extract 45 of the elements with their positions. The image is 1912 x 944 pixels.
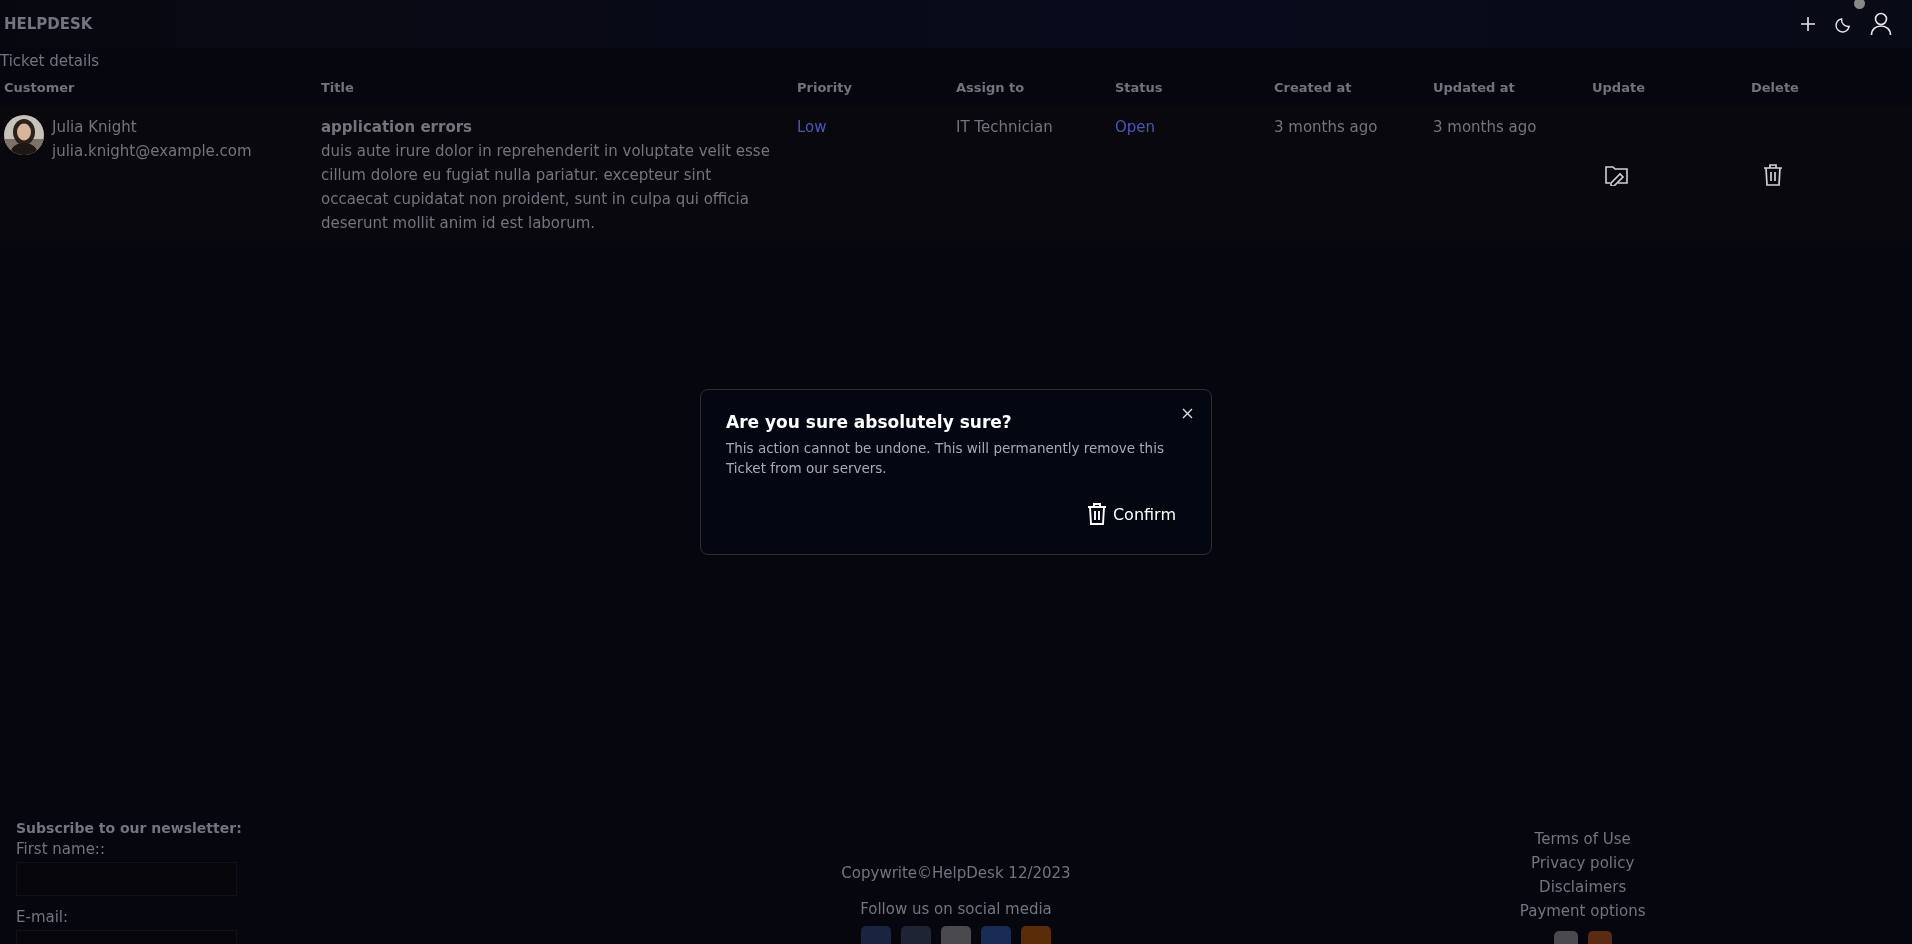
- copyright-text: Copywrite©HelpDesk 12/2023: [841, 864, 1071, 882]
- newsletter-heading: Subscribe to our newsletter:: [16, 820, 242, 836]
- column-header: Priority: [796, 80, 853, 95]
- ticket-title: application errors: [321, 117, 472, 138]
- column-header: Title: [320, 80, 355, 95]
- close-icon: [1182, 408, 1193, 419]
- assignee-text: IT Technician: [956, 117, 1053, 138]
- social-icon[interactable]: [941, 926, 971, 944]
- status-label: Open: [1115, 117, 1156, 138]
- column-header: Updated at: [1432, 80, 1516, 95]
- social-icon[interactable]: [981, 926, 1011, 944]
- field-label: First name::: [16, 840, 105, 858]
- social-icon[interactable]: [1021, 926, 1051, 944]
- dialog-title: Are you sure absolutely sure?: [726, 412, 1013, 432]
- created-time: 3 months ago: [1274, 117, 1378, 138]
- plus-icon[interactable]: [1799, 15, 1817, 33]
- social-icon[interactable]: [861, 926, 891, 944]
- footer-link[interactable]: Disclaimers: [1539, 875, 1627, 899]
- footer-link[interactable]: Payment options: [1519, 899, 1646, 923]
- dialog-message: This action cannot be undone. This will permanently remove this Ticket from our servers.: [726, 439, 1165, 478]
- updated-time: 3 months ago: [1433, 117, 1537, 138]
- user-icon[interactable]: [1870, 12, 1892, 36]
- social-icon[interactable]: [901, 926, 931, 944]
- footer-link[interactable]: Privacy policy: [1531, 851, 1635, 875]
- page-title: Ticket details: [0, 52, 101, 70]
- brand-logo[interactable]: HELPDESK: [4, 15, 93, 33]
- field-label: E-mail:: [16, 908, 69, 926]
- ticket-description: duis aute irure dolor in reprehenderit in voluptate velit esse cillum dolore eu fugiat nulla pariatur. excepteur sint occaecat cupidatat non proident, sunt in culpa qui officia deserunt mollit anim id est laborum.: [321, 141, 771, 234]
- edit-folder-icon[interactable]: [1604, 164, 1630, 186]
- moon-icon[interactable]: [1835, 15, 1852, 33]
- column-header: Status: [1114, 80, 1164, 95]
- column-header: Assign to: [955, 80, 1026, 95]
- trash-icon: [1086, 502, 1107, 526]
- customer-email: julia.knight@example.com: [52, 141, 252, 162]
- trash-icon[interactable]: [1763, 163, 1783, 187]
- column-header: Delete: [1750, 80, 1800, 95]
- column-header: Created at: [1273, 80, 1353, 95]
- column-header: Customer: [3, 80, 76, 95]
- priority-label: Low: [797, 117, 827, 138]
- customer-name: Julia Knight: [52, 117, 138, 138]
- footer-link[interactable]: Terms of Use: [1534, 827, 1631, 851]
- confirm-button[interactable]: Confirm: [1076, 502, 1186, 526]
- social-heading: Follow us on social media: [860, 900, 1052, 918]
- column-header: Update: [1591, 80, 1646, 95]
- close-button[interactable]: [1180, 406, 1195, 421]
